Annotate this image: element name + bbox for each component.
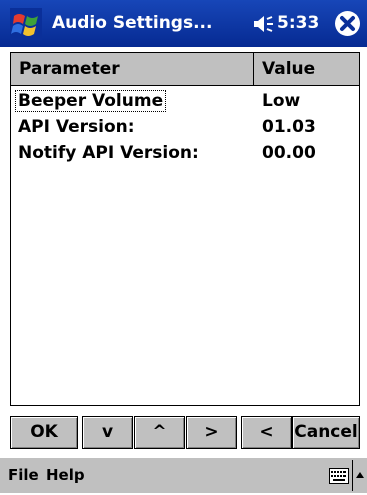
value-cell: 00.00 (262, 143, 316, 163)
parameter-cell: Notify API Version: (18, 143, 199, 163)
parameter-cell: API Version: (18, 117, 135, 137)
list-row[interactable]: Beeper Volume Low (11, 89, 359, 115)
previous-button[interactable]: < (241, 416, 292, 449)
close-icon (340, 16, 355, 31)
close-button[interactable] (335, 11, 360, 36)
window-title: Audio Settings... (52, 13, 213, 33)
move-down-button[interactable]: v (82, 416, 133, 449)
list-row[interactable]: Notify API Version: 00.00 (11, 141, 359, 167)
title-bar: Audio Settings... 5:33 (0, 0, 367, 47)
move-up-button[interactable]: ^ (134, 416, 185, 449)
menu-help[interactable]: Help (46, 466, 85, 484)
sip-toggle[interactable] (352, 460, 367, 491)
ok-button[interactable]: OK (10, 416, 78, 449)
parameter-list[interactable]: Parameter Value Beeper Volume Low API Ve… (10, 52, 360, 406)
keyboard-icon[interactable] (329, 468, 349, 484)
next-button[interactable]: > (186, 416, 237, 449)
clock[interactable]: 5:33 (277, 13, 319, 33)
value-cell: 01.03 (262, 117, 316, 137)
list-row[interactable]: API Version: 01.03 (11, 115, 359, 141)
parameter-cell: Beeper Volume (14, 90, 167, 112)
value-cell: Low (262, 91, 301, 111)
cancel-button[interactable]: Cancel (292, 416, 360, 449)
menu-file[interactable]: File (8, 466, 39, 484)
windows-flag-icon[interactable] (10, 8, 42, 40)
menu-bar: File Help (0, 457, 367, 493)
column-header-parameter[interactable]: Parameter (11, 53, 254, 85)
button-strip: OK v ^ > < Cancel (10, 416, 360, 449)
arrow-up-icon (356, 472, 364, 478)
column-header-value[interactable]: Value (254, 53, 359, 85)
speaker-icon[interactable] (253, 15, 275, 33)
list-header: Parameter Value (11, 53, 359, 86)
